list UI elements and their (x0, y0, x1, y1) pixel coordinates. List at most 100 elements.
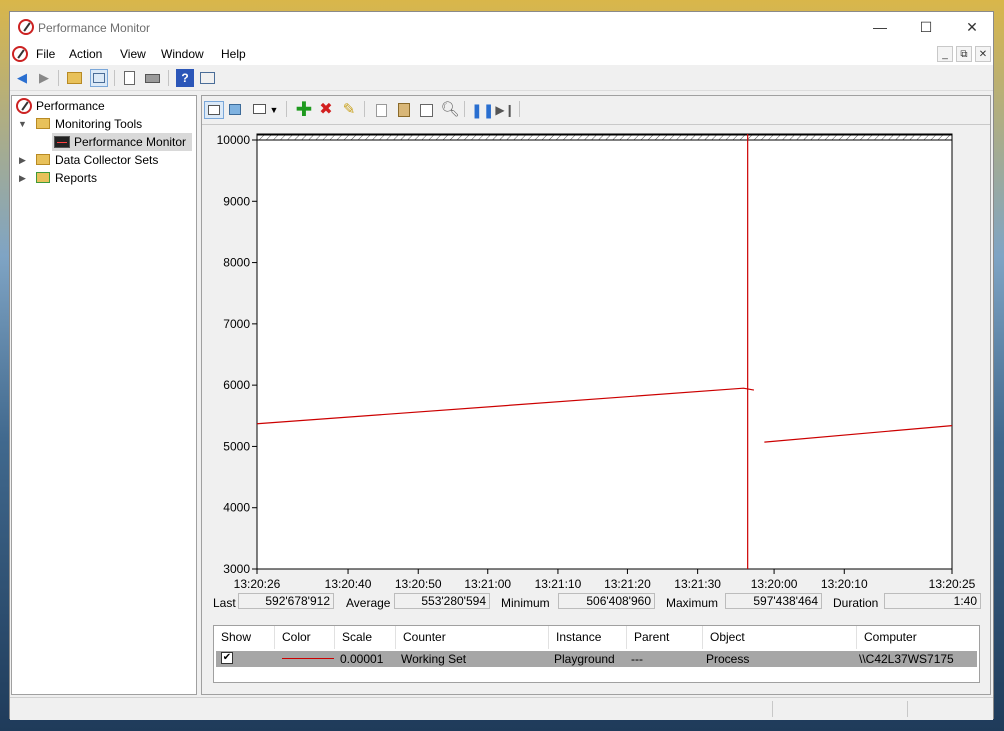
x-tick-label: 13:21:30 (674, 577, 721, 589)
show-checkbox[interactable]: ✔ (221, 652, 233, 664)
main-toolbar: ◀ ▶ ? (10, 65, 993, 91)
toolbar-separator (168, 70, 169, 86)
forward-arrow-icon[interactable]: ▶ (35, 69, 53, 87)
menu-view[interactable]: View (120, 47, 146, 61)
column-header-computer[interactable]: Computer (857, 626, 979, 649)
status-bar (10, 697, 993, 720)
window-title: Performance Monitor (38, 21, 151, 35)
back-arrow-icon[interactable]: ◀ (13, 69, 31, 87)
mdi-minimize-button[interactable]: _ (937, 46, 953, 62)
plot-overflow-band (256, 134, 953, 141)
add-counter-icon[interactable]: ✚ (294, 100, 314, 120)
tree-item-reports[interactable]: ▶ Reports (16, 169, 192, 187)
x-tick-label: 13:20:25 (929, 577, 976, 589)
folder-icon (36, 118, 50, 129)
counter-object: Process (706, 652, 750, 666)
up-folder-icon[interactable] (66, 69, 84, 87)
counter-row[interactable]: ✔ 0.00001 Working Set Playground --- Pro… (216, 651, 977, 667)
menu-action[interactable]: Action (69, 47, 102, 61)
column-header-scale[interactable]: Scale (335, 626, 396, 649)
toolbar-separator (114, 70, 115, 86)
view-log-data-icon[interactable] (226, 101, 246, 119)
zoom-icon[interactable]: 🔍︎ (440, 101, 460, 119)
average-label: Average (346, 596, 391, 610)
show-hide-action-pane-icon[interactable] (199, 69, 217, 87)
chevron-right-icon[interactable]: ▶ (19, 169, 26, 187)
counter-instance: Playground (554, 652, 615, 666)
tree-label: Performance (36, 99, 105, 113)
last-value: 592'678'912 (238, 593, 334, 609)
mmc-system-menu-icon[interactable] (12, 46, 28, 62)
tree-item-performance-monitor[interactable]: Performance Monitor (52, 133, 192, 151)
performance-monitor-icon (54, 136, 70, 148)
x-tick-label: 13:20:40 (325, 577, 372, 589)
tree-label: Reports (55, 171, 98, 185)
mdi-close-button[interactable]: ✕ (975, 46, 991, 62)
tree-label: Monitoring Tools (55, 117, 143, 131)
menu-window[interactable]: Window (161, 47, 204, 61)
graph-type-dropdown-arrow-icon[interactable]: ▼ (268, 101, 280, 119)
graph-toolbar: ▼ ✚ ✖ ✎ 🔍︎ ❚❚ ▶❙ (202, 96, 990, 125)
maximum-label: Maximum (666, 596, 719, 610)
mdi-restore-button[interactable]: ⧉ (956, 46, 972, 62)
view-current-activity-icon[interactable] (204, 101, 224, 119)
highlight-icon[interactable]: ✎ (339, 101, 359, 119)
toolbar-separator (464, 101, 465, 117)
duration-value: 1:40 (884, 593, 981, 609)
performance-monitor-pane: ▼ ✚ ✖ ✎ 🔍︎ ❚❚ ▶❙ 10000 9000 8000 7000 6000 50… (201, 95, 991, 695)
toolbar-separator (519, 101, 520, 117)
column-header-show[interactable]: Show (214, 626, 275, 649)
x-tick-label: 13:21:10 (535, 577, 582, 589)
close-button[interactable]: ✕ (949, 12, 995, 43)
console-tree: Performance ▼ Monitoring Tools Performan… (11, 95, 197, 695)
y-tick-label: 3000 (223, 562, 250, 576)
performance-monitor-window: Performance Monitor — ☐ ✕ File Action Vi… (9, 11, 995, 720)
last-label: Last (213, 596, 236, 610)
chevron-right-icon[interactable]: ▶ (19, 151, 26, 169)
menu-bar: File Action View Window Help _ ⧉ ✕ (10, 43, 993, 65)
minimize-button[interactable]: — (857, 12, 903, 43)
copy-properties-icon[interactable] (372, 101, 392, 119)
x-tick-label: 13:21:20 (604, 577, 651, 589)
delete-counter-icon[interactable]: ✖ (316, 101, 336, 119)
counter-scale: 0.00001 (340, 652, 384, 666)
tree-item-data-collector-sets[interactable]: ▶ Data Collector Sets (16, 151, 192, 169)
tree-item-performance[interactable]: Performance (16, 97, 192, 115)
properties-icon[interactable] (417, 101, 437, 119)
counter-parent: --- (631, 652, 643, 666)
y-tick-label: 8000 (223, 256, 250, 270)
print-icon[interactable] (144, 69, 162, 87)
y-tick-label: 9000 (223, 194, 250, 208)
column-header-object[interactable]: Object (703, 626, 857, 649)
menu-file[interactable]: File (36, 47, 55, 61)
y-tick-label: 4000 (223, 501, 250, 515)
tree-label: Performance Monitor (74, 135, 187, 149)
column-header-instance[interactable]: Instance (549, 626, 627, 649)
freeze-display-pause-icon[interactable]: ❚❚ (471, 101, 494, 119)
column-header-counter[interactable]: Counter (396, 626, 549, 649)
change-graph-type-icon[interactable] (250, 101, 270, 119)
status-divider (907, 701, 908, 717)
counter-color-swatch (282, 658, 334, 659)
tree-label: Data Collector Sets (55, 153, 159, 167)
properties-icon[interactable] (121, 69, 139, 87)
help-icon[interactable]: ? (176, 69, 194, 87)
y-tick-label: 7000 (223, 317, 250, 331)
update-data-step-icon[interactable]: ▶❙ (495, 101, 515, 119)
x-tick-label: 13:20:10 (821, 577, 868, 589)
x-tick-label: 13:20:00 (751, 577, 798, 589)
column-header-color[interactable]: Color (275, 626, 335, 649)
tree-item-monitoring-tools[interactable]: ▼ Monitoring Tools (16, 115, 192, 133)
maximum-value: 597'438'464 (725, 593, 822, 609)
chevron-down-icon[interactable]: ▼ (18, 115, 27, 133)
maximize-button[interactable]: ☐ (903, 12, 949, 43)
column-header-parent[interactable]: Parent (627, 626, 703, 649)
paste-counter-list-icon[interactable] (394, 101, 414, 119)
average-value: 553'280'594 (394, 593, 490, 609)
counter-legend: Show Color Scale Counter Instance Parent… (213, 625, 980, 683)
menu-help[interactable]: Help (221, 47, 246, 61)
show-hide-console-tree-icon[interactable] (90, 69, 108, 87)
statistics-bar: Last 592'678'912 Average 553'280'594 Min… (202, 591, 990, 613)
chart-svg: 10000900080007000600050004000300013:20:2… (217, 133, 976, 591)
counter-name: Working Set (401, 652, 467, 666)
